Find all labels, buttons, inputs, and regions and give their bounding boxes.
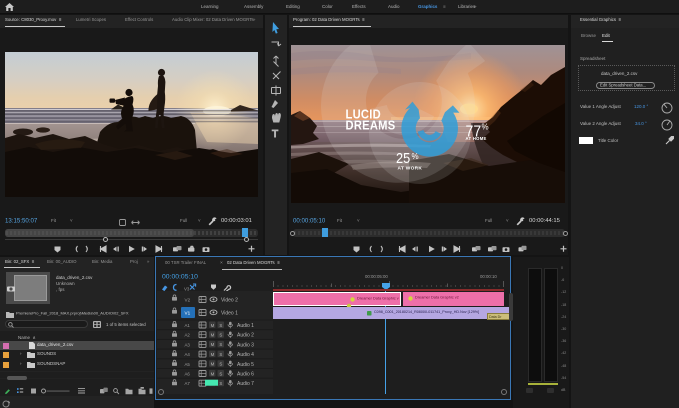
- svg-text:%: %: [482, 123, 489, 132]
- svg-text:A6: A6: [185, 372, 191, 377]
- svg-text:A3: A3: [185, 342, 191, 347]
- svg-text:M: M: [211, 362, 215, 367]
- svg-text:M: M: [211, 323, 215, 328]
- svg-text:S: S: [219, 362, 222, 367]
- svg-text:Video 1: Video 1: [221, 311, 238, 317]
- svg-text:M: M: [211, 342, 215, 347]
- svg-text:V1: V1: [185, 311, 191, 316]
- svg-text:S: S: [219, 381, 222, 386]
- svg-text:Audio 5: Audio 5: [237, 362, 254, 368]
- svg-text:S: S: [219, 371, 222, 376]
- svg-text:A1: A1: [185, 323, 191, 328]
- svg-text:S: S: [219, 352, 222, 357]
- svg-text:A2: A2: [185, 333, 191, 338]
- svg-text:A4: A4: [185, 352, 191, 357]
- svg-text:Audio 4: Audio 4: [237, 352, 254, 358]
- svg-text:Audio 2: Audio 2: [237, 333, 254, 339]
- svg-text:S: S: [219, 342, 222, 347]
- svg-text:V2: V2: [185, 298, 191, 303]
- svg-text:Video 2: Video 2: [221, 298, 238, 304]
- svg-text:AT WORK: AT WORK: [398, 165, 423, 171]
- svg-text:M: M: [211, 352, 215, 357]
- svg-text:V3: V3: [184, 287, 190, 292]
- svg-text:S: S: [219, 323, 222, 328]
- svg-text:Audio 7: Audio 7: [237, 381, 254, 387]
- svg-text:25: 25: [396, 150, 411, 166]
- svg-text:M: M: [211, 333, 215, 338]
- svg-text:M: M: [211, 371, 215, 376]
- svg-text:Audio 6: Audio 6: [237, 372, 254, 378]
- svg-text:S: S: [219, 333, 222, 338]
- svg-text:DREAMS: DREAMS: [346, 118, 396, 133]
- svg-text:T: T: [272, 129, 278, 140]
- svg-text:A7: A7: [185, 381, 191, 386]
- svg-text:Audio 3: Audio 3: [237, 342, 254, 348]
- svg-text:Audio 1: Audio 1: [237, 323, 254, 329]
- svg-text:%: %: [412, 152, 419, 161]
- svg-text:AT HOME: AT HOME: [466, 136, 487, 141]
- svg-text:A5: A5: [185, 362, 191, 367]
